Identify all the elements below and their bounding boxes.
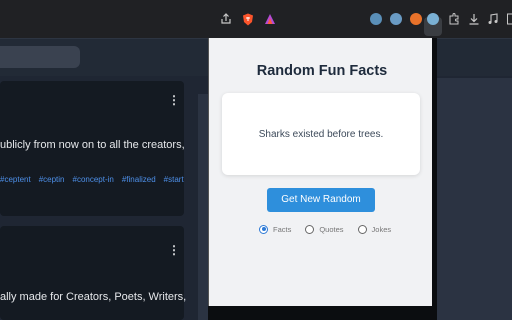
popup-bottom-edge [208,306,436,320]
popup-title: Random Fun Facts [256,63,388,79]
popup-scrollbar-edge [432,38,437,320]
tag-link[interactable]: #concept-in [73,175,114,184]
fact-card: Sharks existed before trees. [222,93,420,175]
page-card-edge [198,94,208,320]
page-right-panel [437,78,512,320]
post-card: ⋮ ally made for Creators, Poets, Writers… [0,226,187,320]
radio-label: Quotes [319,224,344,234]
radio-option-jokes[interactable]: Jokes [357,224,392,234]
extension-icon[interactable] [408,11,424,27]
radio-button[interactable] [357,224,367,234]
radio-button[interactable] [259,224,268,234]
sidepanel-icon[interactable] [503,11,512,27]
extension-icon[interactable] [368,11,384,27]
post-tags: #ceptent #ceptin #concept-in #finalized #sta… [0,175,192,184]
post-text: ally made for Creators, Poets, Writers, [0,291,187,303]
tag-link[interactable]: #finalized [122,175,156,184]
puzzle-icon[interactable] [446,11,462,27]
get-new-random-button[interactable]: Get New Random [267,188,375,212]
radio-option-facts[interactable]: Facts [259,224,292,234]
category-radio-group: Facts Quotes Jokes [259,222,405,236]
fact-text: Sharks existed before trees. [258,128,384,140]
search-input[interactable] [0,46,80,68]
post-card: ⋮ ublicly from now on to all the creator… [0,81,185,216]
tag-link[interactable]: #ceptin [39,175,65,184]
post-text: ublicly from now on to all the creators, [0,139,185,151]
extension-icon[interactable] [388,11,404,27]
extension-popup: Random Fun Facts Sharks existed before t… [208,38,434,306]
media-icon[interactable] [485,11,501,27]
more-options-icon[interactable]: ⋮ [168,94,180,106]
share-icon[interactable] [218,11,234,27]
radio-option-quotes[interactable]: Quotes [305,224,344,234]
radio-label: Facts [273,224,292,234]
tag-link[interactable]: #start [164,175,184,184]
brave-shield-icon[interactable] [240,11,256,27]
tag-link[interactable]: #ceptent [0,175,31,184]
radio-button[interactable] [305,224,315,234]
more-options-icon[interactable]: ⋮ [168,244,180,256]
extension-icon[interactable] [425,11,441,27]
brave-rewards-icon[interactable] [262,11,278,27]
radio-label: Jokes [371,224,392,234]
browser-toolbar [0,0,512,38]
download-icon[interactable] [466,11,482,27]
